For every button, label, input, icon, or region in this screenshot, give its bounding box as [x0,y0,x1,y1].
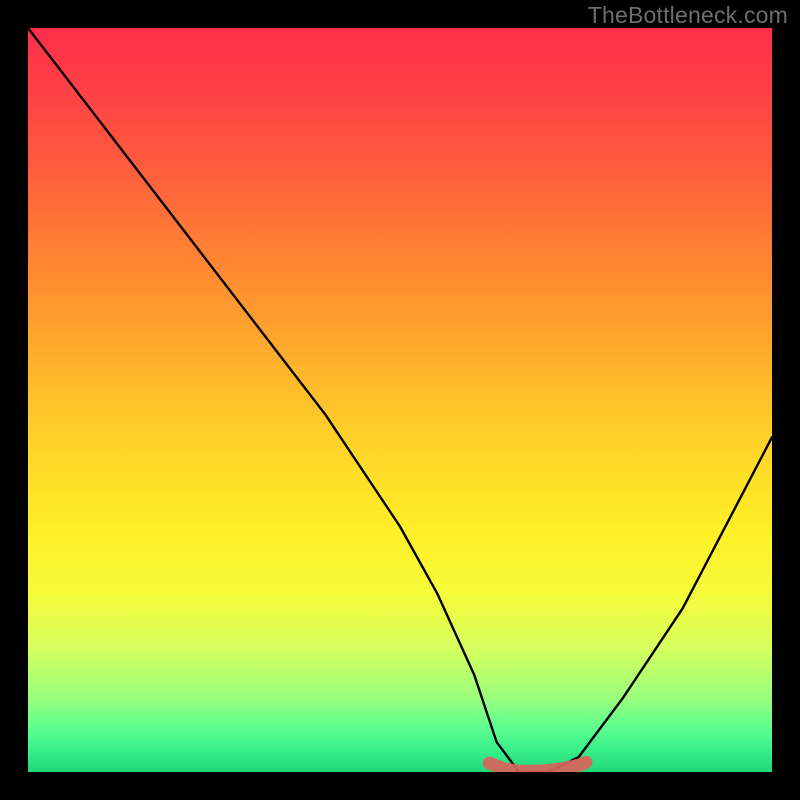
series-sweet-spot-marker [489,762,586,771]
watermark-text: TheBottleneck.com [588,2,788,29]
plot-area [28,28,772,772]
chart-svg [28,28,772,772]
chart-frame: TheBottleneck.com [0,0,800,800]
series-bottleneck-curve [28,28,772,772]
